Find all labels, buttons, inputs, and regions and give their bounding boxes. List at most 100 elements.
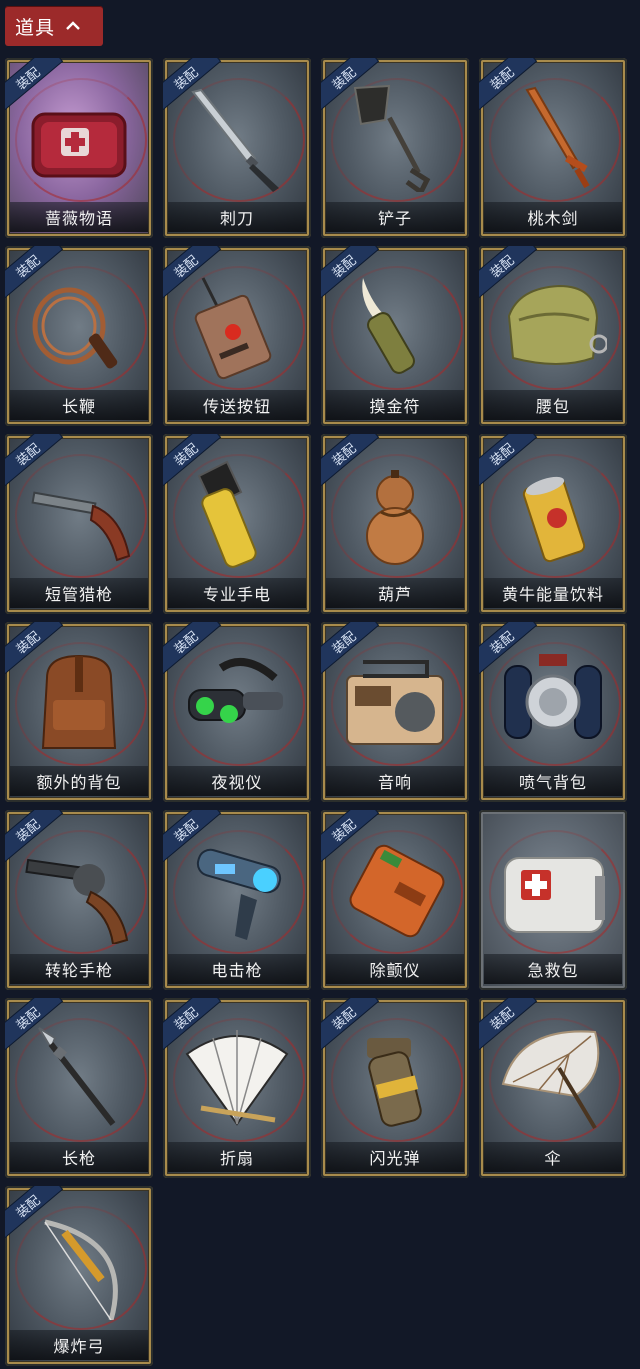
item-card[interactable]: 装配 爆炸弓 (5, 1186, 153, 1366)
item-name: 葫芦 (377, 585, 412, 604)
teleport-button-icon (183, 272, 291, 380)
item-card[interactable]: 装配 传送按钮 (163, 246, 311, 426)
item-card[interactable]: 装配 腰包 (479, 246, 627, 426)
item-name: 黄牛能量饮料 (501, 585, 604, 604)
item-card[interactable]: 装配 喷气背包 (479, 622, 627, 802)
item-card[interactable]: 装配 短管猎枪 (5, 434, 153, 614)
first-aid-kit-icon (499, 836, 607, 944)
item-name-bar: 黄牛能量饮料 (484, 578, 622, 608)
item-name: 桃木剑 (527, 209, 579, 228)
item-name: 蔷薇物语 (44, 209, 113, 228)
item-name: 摸金符 (369, 397, 421, 416)
shovel-icon (341, 84, 449, 196)
energy-drink-icon (499, 460, 607, 568)
item-name: 刺刀 (219, 209, 254, 228)
item-name-bar: 爆炸弓 (10, 1330, 148, 1360)
flashbang-icon (341, 1024, 449, 1132)
item-name: 电击枪 (211, 961, 263, 980)
item-name: 除颤仪 (369, 961, 421, 980)
item-name-bar: 长枪 (10, 1142, 148, 1172)
umbrella-icon (499, 1024, 607, 1132)
item-card[interactable]: 装配 长枪 (5, 998, 153, 1178)
item-name-bar: 除颤仪 (326, 954, 464, 984)
item-name: 长鞭 (61, 397, 96, 416)
jetpack-icon (499, 648, 607, 756)
item-name: 铲子 (377, 209, 412, 228)
tomb-charm-icon (341, 272, 449, 380)
item-name-bar: 喷气背包 (484, 766, 622, 796)
item-name-bar: 额外的背包 (10, 766, 148, 796)
folding-fan-icon (183, 1024, 291, 1132)
bayonet-icon (183, 84, 291, 192)
item-card[interactable]: 装配 葫芦 (321, 434, 469, 614)
item-card[interactable]: 装配 电击枪 (163, 810, 311, 990)
item-name-bar: 音响 (326, 766, 464, 796)
item-card[interactable]: 装配 桃木剑 (479, 58, 627, 238)
item-card[interactable]: 装配 闪光弹 (321, 998, 469, 1178)
item-name: 爆炸弓 (53, 1337, 105, 1356)
item-card[interactable]: 装配 黄牛能量饮料 (479, 434, 627, 614)
section-title: 道具 (15, 16, 56, 39)
item-card[interactable]: 装配 折扇 (163, 998, 311, 1178)
item-card[interactable]: 装配 铲子 (321, 58, 469, 238)
items-section-header[interactable]: 道具 (5, 6, 103, 46)
item-name-bar: 长鞭 (10, 390, 148, 420)
item-card[interactable]: 装配 专业手电 (163, 434, 311, 614)
item-name-bar: 摸金符 (326, 390, 464, 420)
rose-tale-box-icon (25, 84, 133, 192)
spear-icon (25, 1024, 133, 1132)
item-card[interactable]: 装配 蔷薇物语 (5, 58, 153, 238)
item-name: 专业手电 (202, 585, 271, 604)
item-name: 伞 (544, 1149, 562, 1168)
item-name-bar: 蔷薇物语 (10, 202, 148, 232)
item-card[interactable]: 装配 音响 (321, 622, 469, 802)
item-name-bar: 夜视仪 (168, 766, 306, 796)
night-vision-goggles-icon (183, 648, 291, 756)
item-name-bar: 桃木剑 (484, 202, 622, 232)
item-name: 额外的背包 (36, 773, 122, 792)
item-name-bar: 专业手电 (168, 578, 306, 608)
item-name-bar: 铲子 (326, 202, 464, 232)
item-name-bar: 转轮手枪 (10, 954, 148, 984)
item-card[interactable]: 装配 除颤仪 (321, 810, 469, 990)
item-card[interactable]: 急救包 (479, 810, 627, 990)
item-name: 折扇 (219, 1149, 254, 1168)
item-card[interactable]: 装配 刺刀 (163, 58, 311, 238)
item-name: 闪光弹 (369, 1149, 421, 1168)
sawed-off-shotgun-icon (25, 460, 133, 568)
defibrillator-icon (341, 836, 449, 944)
item-card[interactable]: 装配 夜视仪 (163, 622, 311, 802)
item-name-bar: 电击枪 (168, 954, 306, 984)
item-name-bar: 闪光弹 (326, 1142, 464, 1172)
revolver-icon (25, 836, 133, 946)
waist-bag-icon (499, 272, 609, 380)
item-name: 夜视仪 (211, 773, 263, 792)
item-name: 转轮手枪 (44, 961, 113, 980)
item-card[interactable]: 装配 额外的背包 (5, 622, 153, 802)
stun-gun-icon (183, 836, 291, 944)
item-name: 腰包 (535, 397, 570, 416)
item-name: 短管猎枪 (44, 585, 113, 604)
item-name: 传送按钮 (202, 397, 271, 416)
item-card[interactable]: 装配伞 (479, 998, 627, 1178)
explosive-bow-icon (25, 1212, 133, 1321)
item-name-bar: 传送按钮 (168, 390, 306, 420)
item-name: 喷气背包 (518, 773, 587, 792)
item-name-bar: 腰包 (484, 390, 622, 420)
item-name-bar: 伞 (484, 1142, 622, 1172)
backpack-icon (25, 648, 133, 756)
item-name: 长枪 (61, 1149, 96, 1168)
item-card[interactable]: 装配 摸金符 (321, 246, 469, 426)
whip-icon (25, 272, 133, 380)
item-name-bar: 折扇 (168, 1142, 306, 1172)
item-card[interactable]: 装配 转轮手枪 (5, 810, 153, 990)
item-name-bar: 短管猎枪 (10, 578, 148, 608)
chevron-up-icon[interactable] (65, 18, 81, 34)
gourd-icon (341, 460, 449, 568)
item-name-bar: 葫芦 (326, 578, 464, 608)
item-card[interactable]: 装配 长鞭 (5, 246, 153, 426)
flashlight-icon (183, 460, 291, 568)
item-name-bar: 刺刀 (168, 202, 306, 232)
item-name: 急救包 (527, 961, 579, 980)
item-name: 音响 (377, 773, 412, 792)
